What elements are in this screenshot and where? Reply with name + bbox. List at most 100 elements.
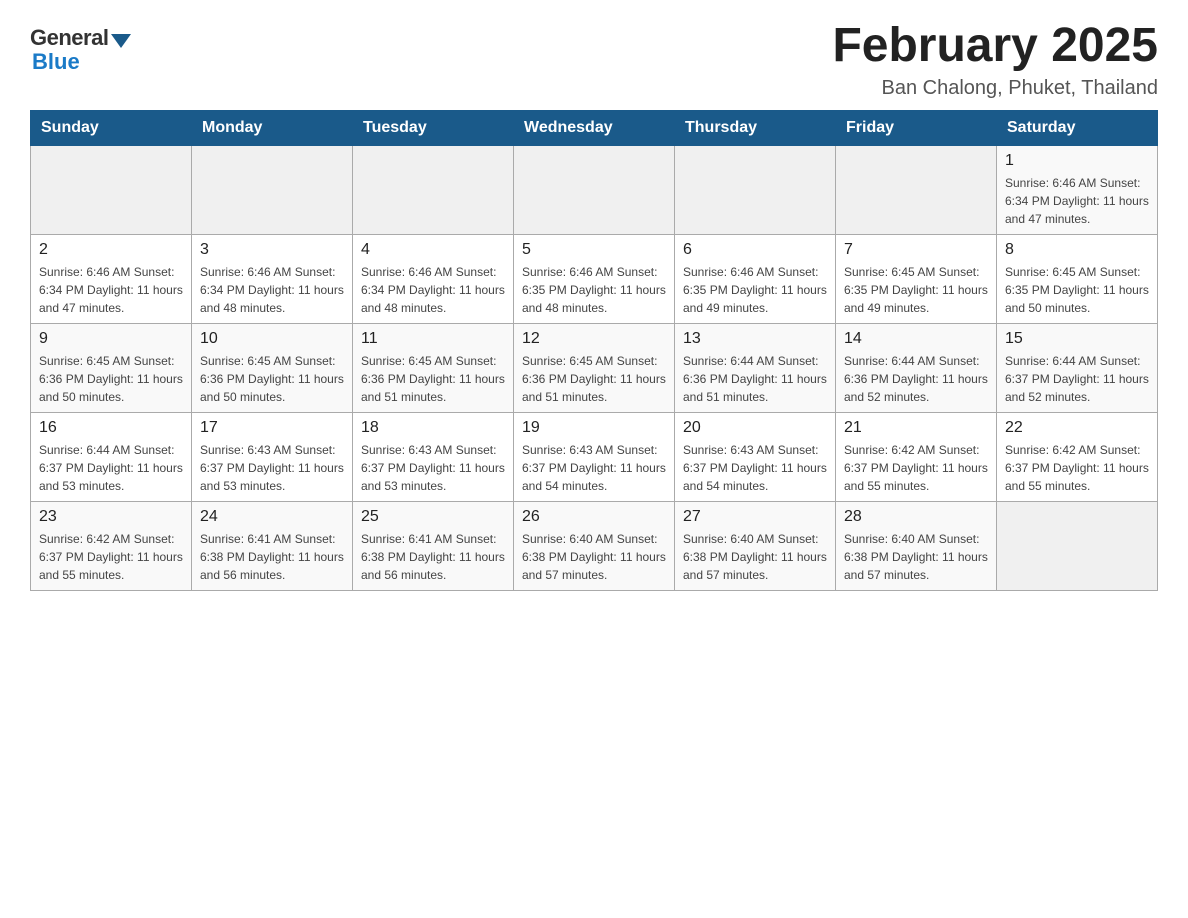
day-number: 8 [1005, 241, 1149, 259]
page-header: General Blue February 2025 Ban Chalong, … [30, 20, 1158, 100]
day-info: Sunrise: 6:43 AM Sunset: 6:37 PM Dayligh… [522, 441, 666, 495]
day-info: Sunrise: 6:46 AM Sunset: 6:35 PM Dayligh… [522, 263, 666, 317]
calendar-cell: 23 Sunrise: 6:42 AM Sunset: 6:37 PM Dayli… [31, 501, 192, 590]
calendar-week-row: 23 Sunrise: 6:42 AM Sunset: 6:37 PM Dayli… [31, 501, 1158, 590]
calendar-cell: 20 Sunrise: 6:43 AM Sunset: 6:37 PM Dayli… [675, 412, 836, 501]
logo-arrow-icon [111, 34, 131, 48]
day-info: Sunrise: 6:46 AM Sunset: 6:34 PM Dayligh… [39, 263, 183, 317]
day-number: 6 [683, 241, 827, 259]
calendar-cell: 6 Sunrise: 6:46 AM Sunset: 6:35 PM Daylig… [675, 234, 836, 323]
title-section: February 2025 Ban Chalong, Phuket, Thail… [832, 20, 1158, 100]
day-number: 12 [522, 330, 666, 348]
day-number: 5 [522, 241, 666, 259]
day-number: 16 [39, 419, 183, 437]
day-info: Sunrise: 6:44 AM Sunset: 6:37 PM Dayligh… [39, 441, 183, 495]
calendar-cell: 18 Sunrise: 6:43 AM Sunset: 6:37 PM Dayli… [353, 412, 514, 501]
logo-general-text: General [30, 25, 108, 51]
calendar-cell: 24 Sunrise: 6:41 AM Sunset: 6:38 PM Dayli… [192, 501, 353, 590]
day-number: 25 [361, 508, 505, 526]
day-number: 10 [200, 330, 344, 348]
day-info: Sunrise: 6:46 AM Sunset: 6:35 PM Dayligh… [683, 263, 827, 317]
day-number: 28 [844, 508, 988, 526]
calendar-cell [192, 145, 353, 234]
day-number: 21 [844, 419, 988, 437]
day-info: Sunrise: 6:45 AM Sunset: 6:36 PM Dayligh… [361, 352, 505, 406]
day-number: 9 [39, 330, 183, 348]
calendar-cell [836, 145, 997, 234]
day-number: 2 [39, 241, 183, 259]
day-number: 11 [361, 330, 505, 348]
day-info: Sunrise: 6:44 AM Sunset: 6:36 PM Dayligh… [844, 352, 988, 406]
day-number: 14 [844, 330, 988, 348]
calendar-cell: 22 Sunrise: 6:42 AM Sunset: 6:37 PM Dayli… [997, 412, 1158, 501]
day-info: Sunrise: 6:45 AM Sunset: 6:36 PM Dayligh… [200, 352, 344, 406]
day-number: 27 [683, 508, 827, 526]
column-header-sunday: Sunday [31, 110, 192, 145]
calendar-cell: 15 Sunrise: 6:44 AM Sunset: 6:37 PM Dayli… [997, 323, 1158, 412]
calendar-cell: 1 Sunrise: 6:46 AM Sunset: 6:34 PM Daylig… [997, 145, 1158, 234]
calendar-cell: 4 Sunrise: 6:46 AM Sunset: 6:34 PM Daylig… [353, 234, 514, 323]
day-info: Sunrise: 6:45 AM Sunset: 6:36 PM Dayligh… [522, 352, 666, 406]
column-header-wednesday: Wednesday [514, 110, 675, 145]
column-header-monday: Monday [192, 110, 353, 145]
calendar-cell: 7Sunrise: 6:45 AM Sunset: 6:35 PM Daylig… [836, 234, 997, 323]
day-number: 4 [361, 241, 505, 259]
day-info: Sunrise: 6:41 AM Sunset: 6:38 PM Dayligh… [200, 530, 344, 584]
day-info: Sunrise: 6:42 AM Sunset: 6:37 PM Dayligh… [1005, 441, 1149, 495]
day-info: Sunrise: 6:44 AM Sunset: 6:36 PM Dayligh… [683, 352, 827, 406]
logo-blue-text: Blue [30, 49, 80, 75]
day-info: Sunrise: 6:42 AM Sunset: 6:37 PM Dayligh… [844, 441, 988, 495]
day-info: Sunrise: 6:40 AM Sunset: 6:38 PM Dayligh… [844, 530, 988, 584]
calendar-cell [514, 145, 675, 234]
day-info: Sunrise: 6:45 AM Sunset: 6:36 PM Dayligh… [39, 352, 183, 406]
day-info: Sunrise: 6:40 AM Sunset: 6:38 PM Dayligh… [683, 530, 827, 584]
day-info: Sunrise: 6:45 AM Sunset: 6:35 PM Dayligh… [1005, 263, 1149, 317]
calendar-header-row: SundayMondayTuesdayWednesdayThursdayFrid… [31, 110, 1158, 145]
day-info: Sunrise: 6:41 AM Sunset: 6:38 PM Dayligh… [361, 530, 505, 584]
calendar-cell: 26 Sunrise: 6:40 AM Sunset: 6:38 PM Dayli… [514, 501, 675, 590]
day-number: 20 [683, 419, 827, 437]
day-number: 26 [522, 508, 666, 526]
calendar-cell [997, 501, 1158, 590]
calendar-cell [675, 145, 836, 234]
calendar-cell [353, 145, 514, 234]
day-info: Sunrise: 6:45 AM Sunset: 6:35 PM Dayligh… [844, 263, 988, 317]
calendar-week-row: 16 Sunrise: 6:44 AM Sunset: 6:37 PM Dayli… [31, 412, 1158, 501]
day-info: Sunrise: 6:40 AM Sunset: 6:38 PM Dayligh… [522, 530, 666, 584]
calendar-cell: 8 Sunrise: 6:45 AM Sunset: 6:35 PM Daylig… [997, 234, 1158, 323]
day-info: Sunrise: 6:44 AM Sunset: 6:37 PM Dayligh… [1005, 352, 1149, 406]
calendar-cell [31, 145, 192, 234]
day-info: Sunrise: 6:46 AM Sunset: 6:34 PM Dayligh… [361, 263, 505, 317]
day-number: 1 [1005, 152, 1149, 170]
calendar-subtitle: Ban Chalong, Phuket, Thailand [832, 77, 1158, 100]
column-header-friday: Friday [836, 110, 997, 145]
day-number: 24 [200, 508, 344, 526]
calendar-cell: 25 Sunrise: 6:41 AM Sunset: 6:38 PM Dayli… [353, 501, 514, 590]
calendar-cell: 16 Sunrise: 6:44 AM Sunset: 6:37 PM Dayli… [31, 412, 192, 501]
calendar-table: SundayMondayTuesdayWednesdayThursdayFrid… [30, 110, 1158, 591]
calendar-cell: 12 Sunrise: 6:45 AM Sunset: 6:36 PM Dayli… [514, 323, 675, 412]
calendar-cell: 14 Sunrise: 6:44 AM Sunset: 6:36 PM Dayli… [836, 323, 997, 412]
day-number: 22 [1005, 419, 1149, 437]
calendar-cell: 19 Sunrise: 6:43 AM Sunset: 6:37 PM Dayli… [514, 412, 675, 501]
calendar-cell: 11 Sunrise: 6:45 AM Sunset: 6:36 PM Dayli… [353, 323, 514, 412]
day-number: 19 [522, 419, 666, 437]
day-number: 17 [200, 419, 344, 437]
day-info: Sunrise: 6:46 AM Sunset: 6:34 PM Dayligh… [1005, 174, 1149, 228]
day-info: Sunrise: 6:42 AM Sunset: 6:37 PM Dayligh… [39, 530, 183, 584]
calendar-cell: 17Sunrise: 6:43 AM Sunset: 6:37 PM Dayli… [192, 412, 353, 501]
day-number: 3 [200, 241, 344, 259]
column-header-tuesday: Tuesday [353, 110, 514, 145]
calendar-cell: 5 Sunrise: 6:46 AM Sunset: 6:35 PM Daylig… [514, 234, 675, 323]
day-number: 23 [39, 508, 183, 526]
day-info: Sunrise: 6:43 AM Sunset: 6:37 PM Dayligh… [361, 441, 505, 495]
calendar-cell: 27 Sunrise: 6:40 AM Sunset: 6:38 PM Dayli… [675, 501, 836, 590]
day-number: 13 [683, 330, 827, 348]
day-number: 18 [361, 419, 505, 437]
column-header-saturday: Saturday [997, 110, 1158, 145]
calendar-cell: 10 Sunrise: 6:45 AM Sunset: 6:36 PM Dayli… [192, 323, 353, 412]
day-number: 15 [1005, 330, 1149, 348]
column-header-thursday: Thursday [675, 110, 836, 145]
day-info: Sunrise: 6:43 AM Sunset: 6:37 PM Dayligh… [683, 441, 827, 495]
calendar-week-row: 9 Sunrise: 6:45 AM Sunset: 6:36 PM Daylig… [31, 323, 1158, 412]
